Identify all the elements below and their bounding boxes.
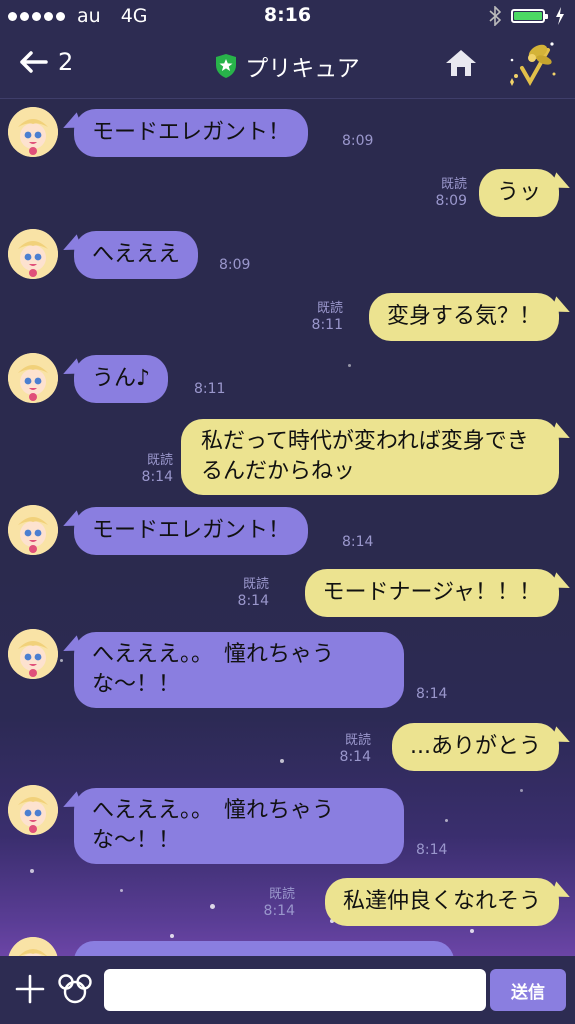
message-bubble[interactable]: モードナージャ！！！ xyxy=(304,569,559,617)
plus-icon xyxy=(15,974,45,1004)
message-bubble[interactable]: モードエレガント！ xyxy=(74,109,309,157)
sparkle xyxy=(445,819,448,822)
avatar[interactable] xyxy=(8,505,58,555)
message-meta: 既読 8:14 xyxy=(340,733,371,765)
message-meta: 既読 8:09 xyxy=(436,177,467,209)
avatar-icon xyxy=(8,229,58,279)
plus-button[interactable] xyxy=(14,973,46,1009)
message-bubble[interactable]: うん♪ xyxy=(74,355,169,403)
message-bubble[interactable]: うッ xyxy=(478,169,559,217)
message-bubble[interactable]: モードエレガント！ xyxy=(74,507,309,555)
chat-title[interactable]: プリキュア xyxy=(215,49,360,83)
message-time: 8:14 xyxy=(263,903,295,919)
message-meta: 既読 8:14 xyxy=(264,887,295,919)
message-time: 8:11 xyxy=(311,317,343,333)
sparkle xyxy=(210,904,215,909)
avatar-icon xyxy=(8,937,58,956)
avatar-icon xyxy=(8,785,58,835)
message-time: 8:09 xyxy=(342,133,374,149)
message-time: 8:14 xyxy=(342,534,374,550)
message-time: 8:14 xyxy=(416,686,448,702)
sparkle xyxy=(348,364,351,367)
avatar[interactable] xyxy=(8,107,58,157)
message-bubble[interactable]: ...ありがとう xyxy=(392,723,559,771)
message-time: 8:14 xyxy=(416,842,448,858)
sparkle xyxy=(520,789,523,792)
message-input[interactable] xyxy=(104,969,486,1011)
sparkle xyxy=(280,759,284,763)
chat-title-text: プリキュア xyxy=(245,56,360,82)
message-bubble[interactable]: へえええ xyxy=(74,231,199,279)
charging-icon xyxy=(556,7,564,25)
message-meta: 既読 8:14 xyxy=(238,577,269,609)
message-meta: 既読 8:14 xyxy=(142,453,173,485)
send-button[interactable]: 送信 xyxy=(490,969,566,1011)
message-bubble[interactable]: 私達仲良くなれそう xyxy=(324,878,559,926)
message-bubble[interactable]: へえええ。。 憧れちゃうな〜！！ xyxy=(74,788,404,864)
fairy-button[interactable] xyxy=(504,38,560,92)
message-bubble[interactable]: へえええ。。 憧れちゃうな〜！！ xyxy=(74,632,404,708)
avatar[interactable] xyxy=(8,785,58,835)
message-bubble[interactable]: 変身する気？！ xyxy=(368,293,559,341)
avatar[interactable] xyxy=(8,629,58,679)
message-meta: 既読 8:11 xyxy=(312,301,343,333)
sticker-button[interactable] xyxy=(58,973,92,1009)
fairy-icon xyxy=(510,42,556,87)
message-time: 8:09 xyxy=(219,257,251,273)
chat-area[interactable]: モードエレガント！ 8:09 既読 8:09 うッ へえええ 8:09 既読 8… xyxy=(0,99,575,956)
read-label: 既読 xyxy=(440,177,467,192)
mouse-icon xyxy=(58,974,92,1004)
avatar[interactable] xyxy=(8,937,58,956)
message-time: 8:11 xyxy=(194,381,226,397)
home-icon xyxy=(446,50,476,76)
message-time: 8:14 xyxy=(141,469,173,485)
message-bubble[interactable]: 私だって時代が変われば変身できるんだからねッ xyxy=(181,419,559,495)
sparkle xyxy=(470,929,474,933)
message-time: 8:14 xyxy=(237,593,269,609)
avatar-icon xyxy=(8,505,58,555)
avatar-icon xyxy=(8,353,58,403)
bluetooth-icon xyxy=(489,6,501,26)
message-bubble-partial xyxy=(74,941,454,956)
read-label: 既読 xyxy=(146,453,173,468)
home-button[interactable] xyxy=(444,48,478,82)
battery-icon xyxy=(511,9,548,23)
read-label: 既読 xyxy=(344,733,371,748)
avatar-icon xyxy=(8,107,58,157)
message-time: 8:09 xyxy=(435,193,467,209)
chat-header: 2 プリキュア xyxy=(0,32,575,99)
sparkle xyxy=(120,889,123,892)
message-time: 8:14 xyxy=(339,749,371,765)
read-label: 既読 xyxy=(316,301,343,316)
read-label: 既読 xyxy=(268,887,295,902)
sparkle xyxy=(30,869,34,873)
status-bar: au 4G 8:16 xyxy=(0,0,575,32)
input-bar: 送信 xyxy=(0,956,575,1024)
read-label: 既読 xyxy=(242,577,269,592)
sparkle xyxy=(170,934,174,938)
sparkle xyxy=(60,659,63,662)
shield-star-icon xyxy=(216,54,237,78)
avatar[interactable] xyxy=(8,353,58,403)
avatar-icon xyxy=(8,629,58,679)
avatar[interactable] xyxy=(8,229,58,279)
